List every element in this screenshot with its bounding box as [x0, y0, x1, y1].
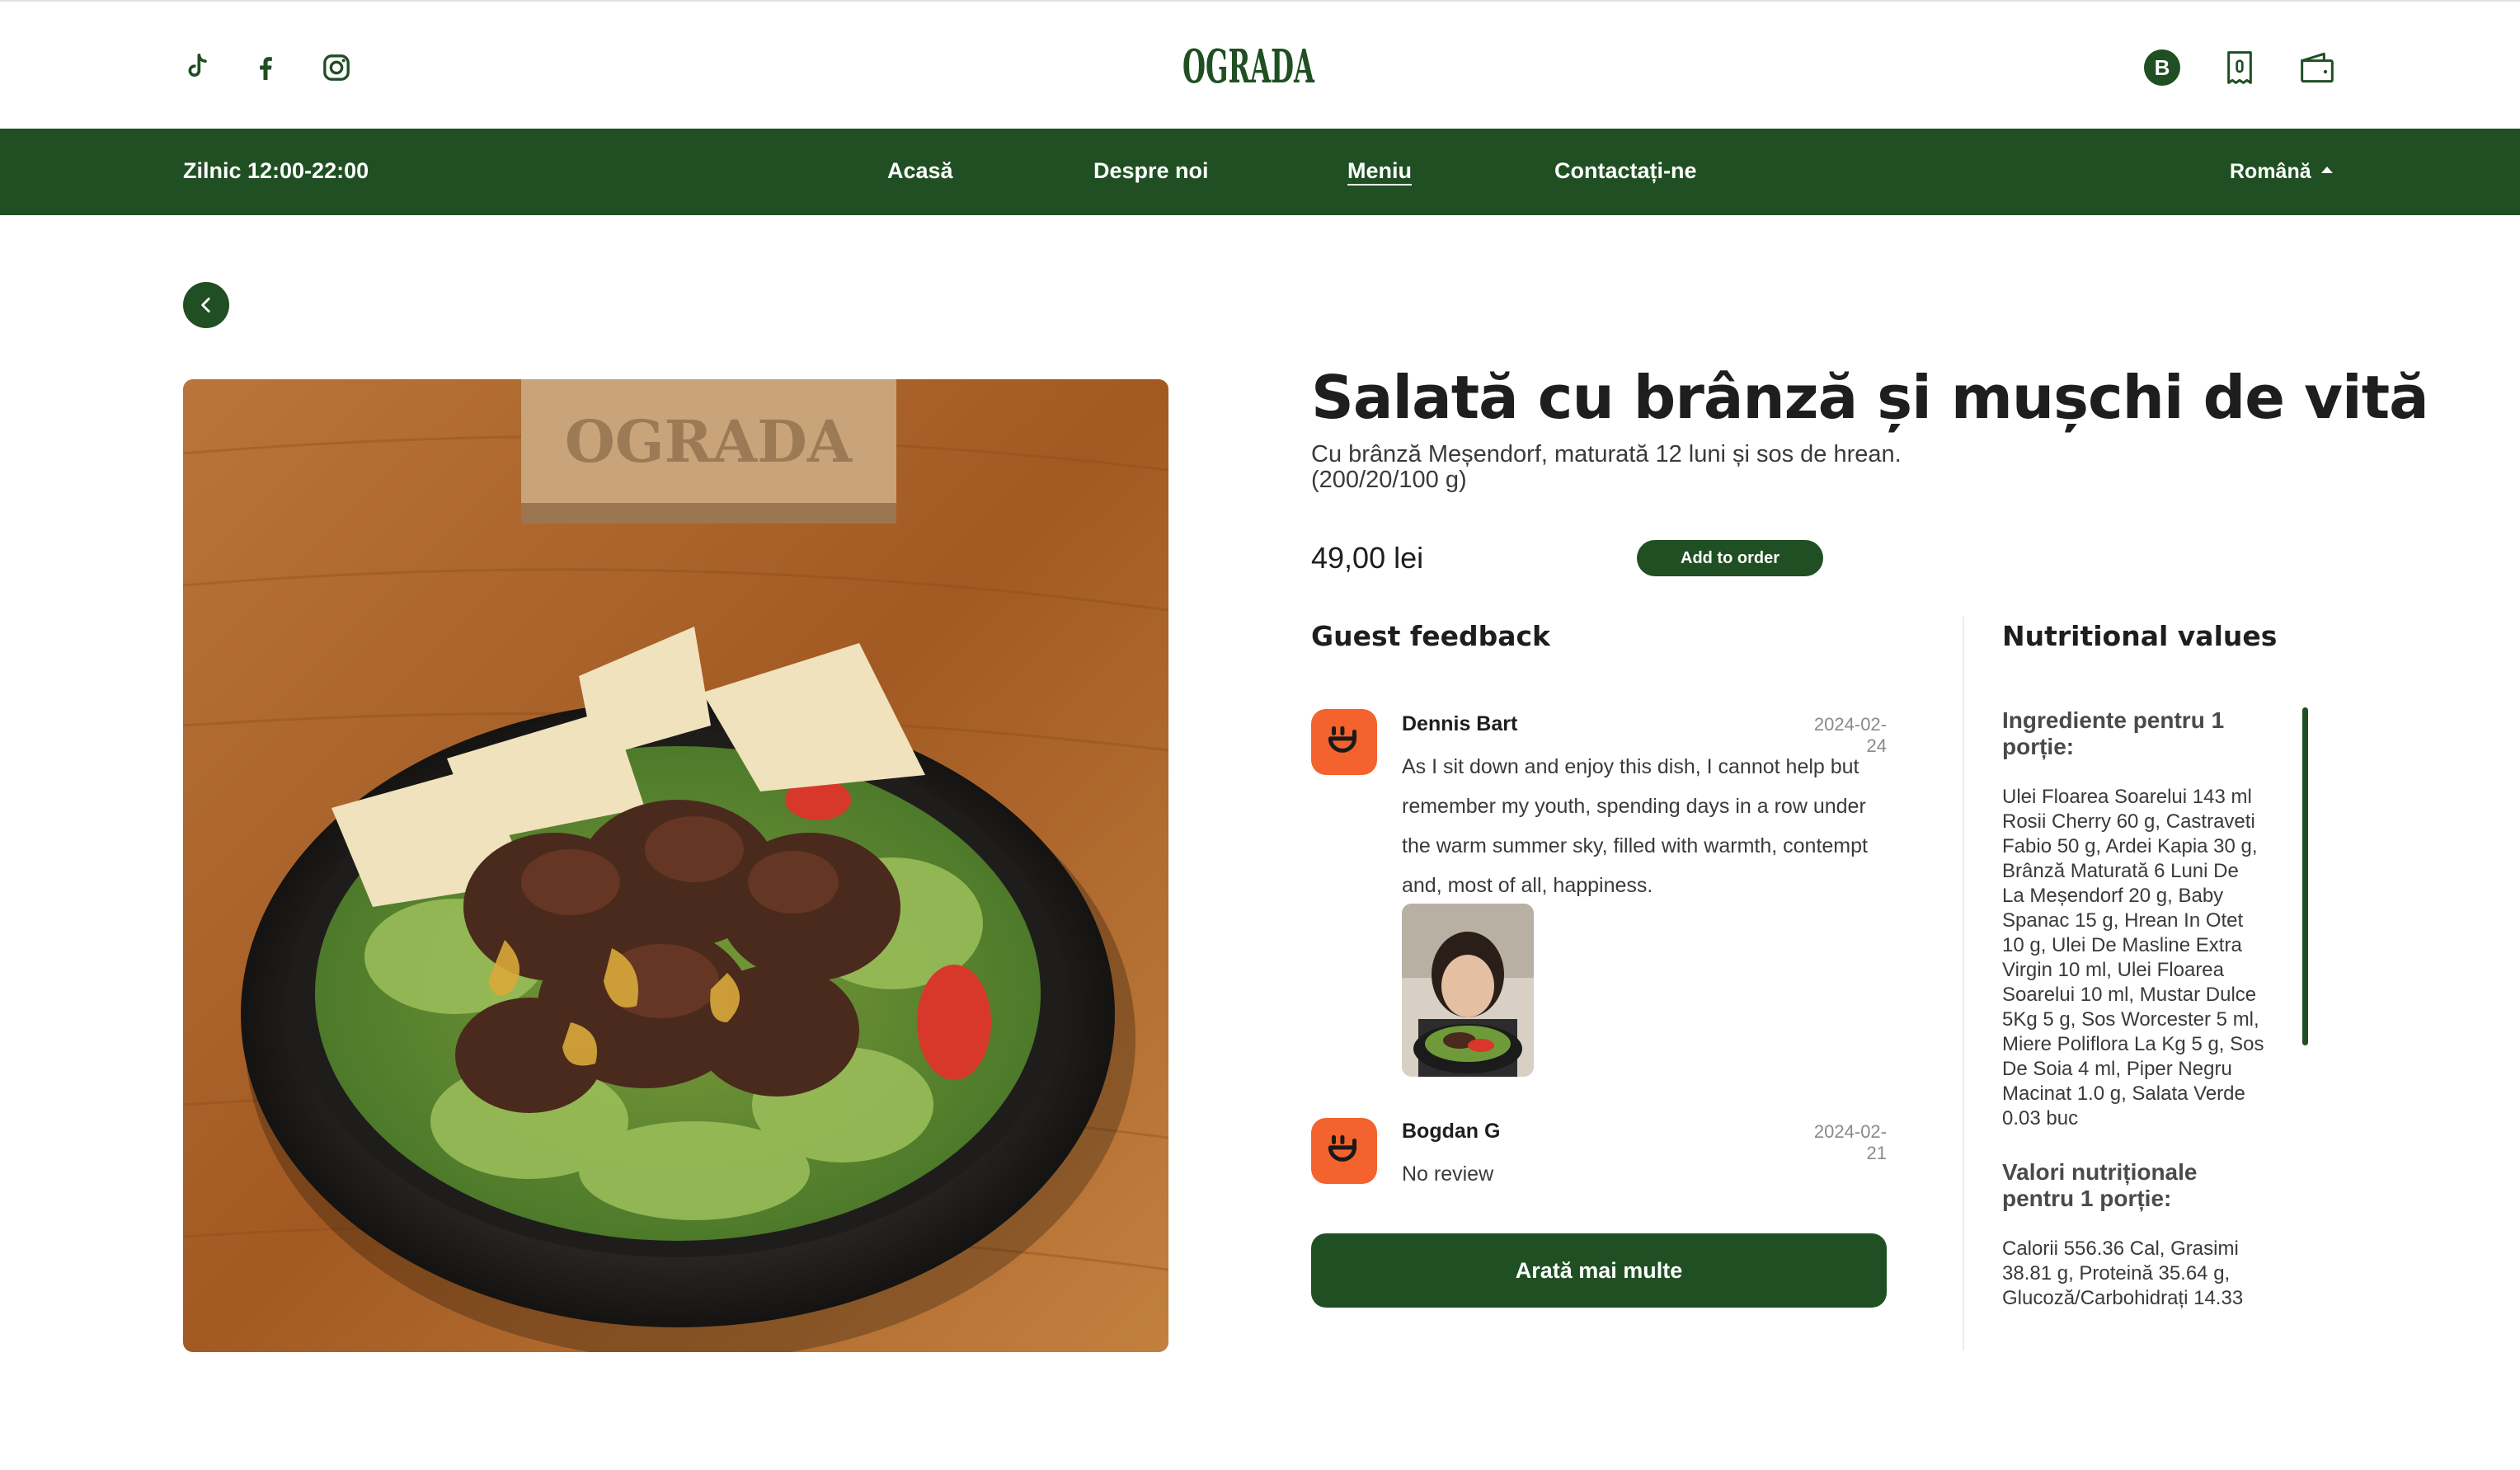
wallet-icon[interactable] — [2297, 48, 2337, 87]
receipt-icon[interactable] — [2220, 48, 2259, 87]
opening-hours: Zilnic 12:00-22:00 — [183, 158, 369, 183]
nav-link-contact[interactable]: Contactați-ne — [1554, 158, 1697, 184]
reviewer-name: Dennis Bart — [1402, 712, 1518, 735]
nutritional-values-heading: Nutritional values — [2002, 620, 2278, 652]
smiley-icon — [1328, 1134, 1356, 1162]
dish-photo: OGRADA — [183, 379, 1168, 1352]
ingredients-heading: Ingrediente pentru 1 porție: — [2002, 707, 2225, 759]
column-divider — [1963, 617, 1964, 1350]
review-photo[interactable] — [1402, 904, 1534, 1077]
chevron-left-icon — [201, 298, 210, 312]
top-header: OGRADA B — [0, 0, 2520, 129]
add-to-order-button[interactable]: Add to order — [1637, 540, 1823, 576]
review-text: As I sit down and enjoy this dish, I can… — [1402, 755, 1868, 897]
ograda-logo[interactable]: OGRADA — [1179, 40, 1318, 94]
nav-link-home[interactable]: Acasă — [887, 158, 953, 184]
main-nav: Zilnic 12:00-22:00 Acasă Despre noi Meni… — [0, 129, 2520, 215]
instagram-icon[interactable] — [318, 49, 355, 86]
nav-link-about[interactable]: Despre noi — [1093, 158, 1209, 184]
ingredients-text: Ulei Floarea Soarelui 143 ml Rosii Cherr… — [2002, 786, 2264, 1130]
nutrition-values-text: Calorii 556.36 Cal, Grasimi 38.81 g, Pro… — [2002, 1238, 2244, 1309]
tiktok-icon[interactable] — [178, 49, 214, 86]
back-button[interactable] — [183, 282, 229, 328]
user-avatar: B — [2144, 49, 2180, 86]
reviewer-avatar — [1311, 1118, 1377, 1184]
nutrition-values-heading: Valori nutriționale pentru 1 porție: — [2002, 1159, 2198, 1211]
svg-text:OGRADA: OGRADA — [565, 407, 853, 476]
facebook-icon[interactable] — [247, 49, 284, 86]
svg-text:OGRADA: OGRADA — [1182, 40, 1315, 91]
product-description: Cu brânză Meșendorf, maturată 12 luni și… — [1311, 441, 1902, 493]
language-label: Română — [2230, 160, 2311, 183]
show-more-button[interactable]: Arată mai multe — [1311, 1233, 1887, 1308]
reviewer-avatar — [1311, 709, 1377, 775]
guest-feedback-heading: Guest feedback — [1311, 620, 1551, 652]
user-account-button[interactable]: B — [2142, 48, 2182, 87]
caret-up-icon — [2320, 166, 2333, 173]
nutrition-scrollbar[interactable] — [2302, 707, 2308, 1045]
logo-mark: OGRADA — [1182, 40, 1315, 94]
language-selector[interactable]: Română — [2230, 160, 2333, 184]
smiley-icon — [1328, 726, 1356, 753]
reviewer-name: Bogdan G — [1402, 1120, 1501, 1143]
review-text: No review — [1402, 1162, 1494, 1186]
product-title: Salată cu brânză și mușchi de vită — [1311, 363, 2429, 432]
nav-link-menu[interactable]: Meniu — [1347, 158, 1412, 184]
nutrition-panel[interactable]: Ingrediente pentru 1 porție: Ulei Floare… — [2002, 707, 2264, 1350]
product-price: 49,00 lei — [1311, 541, 1424, 575]
